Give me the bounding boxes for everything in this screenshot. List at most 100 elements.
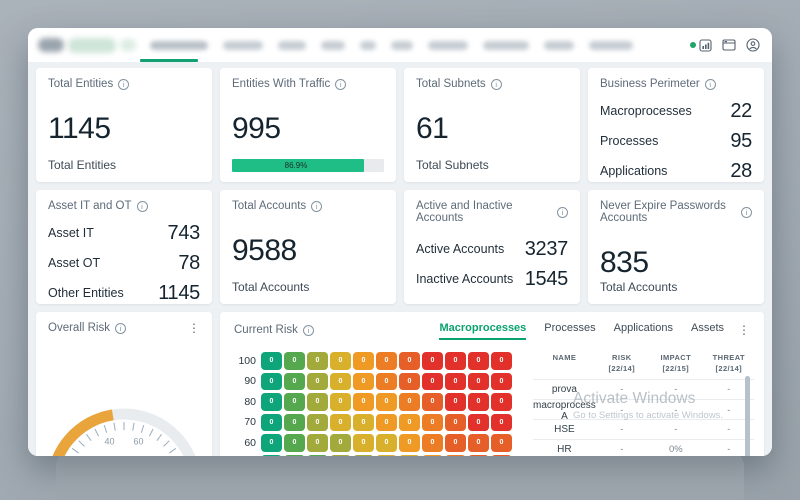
nav-item[interactable] <box>428 40 468 50</box>
tab-macroprocesses[interactable]: Macroprocesses <box>439 322 526 340</box>
tab-assets[interactable]: Assets <box>691 322 724 338</box>
column-header[interactable]: NAME <box>533 352 596 375</box>
info-icon[interactable]: i <box>136 200 148 212</box>
column-header[interactable]: THREAT [22/14] <box>704 352 754 375</box>
heatmap-cell[interactable]: 0 <box>284 393 305 411</box>
heatmap-cell[interactable]: 0 <box>422 413 443 431</box>
heatmap-cell[interactable]: 0 <box>330 434 351 452</box>
info-icon[interactable]: i <box>118 78 130 90</box>
heatmap-cell[interactable]: 0 <box>491 372 512 390</box>
heatmap-cell[interactable]: 0 <box>491 393 512 411</box>
tab-processes[interactable]: Processes <box>544 322 595 338</box>
heatmap-cell[interactable]: 0 <box>261 434 282 452</box>
info-icon[interactable]: i <box>557 206 568 218</box>
heatmap-cell[interactable]: 0 <box>307 413 328 431</box>
heatmap-cell[interactable]: 0 <box>307 393 328 411</box>
heatmap-cell[interactable]: 0 <box>353 372 374 390</box>
table-row[interactable]: prova - - - <box>533 378 754 399</box>
heatmap-cell[interactable]: 0 <box>399 393 420 411</box>
heatmap-cell[interactable]: 0 <box>491 413 512 431</box>
heatmap-cell[interactable]: 0 <box>330 454 351 456</box>
status-online-icon[interactable] <box>690 38 712 52</box>
heatmap-cell[interactable]: 0 <box>261 393 282 411</box>
heatmap-cell[interactable]: 0 <box>422 352 443 370</box>
heatmap-cell[interactable]: 0 <box>422 372 443 390</box>
heatmap-cell[interactable]: 0 <box>284 434 305 452</box>
heatmap-cell[interactable]: 0 <box>284 454 305 456</box>
heatmap-cell[interactable]: 0 <box>491 434 512 452</box>
heatmap-cell[interactable]: 0 <box>284 372 305 390</box>
heatmap-cell[interactable]: 0 <box>445 413 466 431</box>
nav-item-active[interactable] <box>150 40 208 50</box>
info-icon[interactable]: i <box>311 200 323 212</box>
heatmap-cell[interactable]: 0 <box>330 393 351 411</box>
nav-item[interactable] <box>589 40 633 50</box>
heatmap-cell[interactable]: 0 <box>284 413 305 431</box>
heatmap-cell[interactable]: 0 <box>261 413 282 431</box>
heatmap-cell[interactable]: 0 <box>376 352 397 370</box>
info-icon[interactable]: i <box>114 322 126 334</box>
heatmap-cell[interactable]: 0 <box>307 372 328 390</box>
heatmap-cell[interactable]: 0 <box>261 352 282 370</box>
heatmap-cell[interactable]: 0 <box>422 454 443 456</box>
heatmap-cell[interactable]: 0 <box>422 393 443 411</box>
heatmap-cell[interactable]: 0 <box>330 352 351 370</box>
heatmap-cell[interactable]: 0 <box>307 352 328 370</box>
nav-item[interactable] <box>360 40 376 50</box>
tab-applications[interactable]: Applications <box>614 322 673 338</box>
table-row[interactable]: HR -0% - <box>533 438 754 457</box>
nav-item[interactable] <box>223 40 263 50</box>
kebab-menu-icon[interactable]: ⋮ <box>188 322 200 334</box>
heatmap-cell[interactable]: 0 <box>468 352 489 370</box>
heatmap-cell[interactable]: 0 <box>399 372 420 390</box>
nav-item[interactable] <box>391 40 413 50</box>
heatmap-cell[interactable]: 0 <box>353 352 374 370</box>
heatmap-cell[interactable]: 0 <box>445 434 466 452</box>
heatmap-cell[interactable]: 0 <box>422 434 443 452</box>
heatmap-cell[interactable]: 0 <box>399 352 420 370</box>
heatmap-cell[interactable]: 0 <box>445 393 466 411</box>
column-header[interactable]: RISK [22/14] <box>596 352 648 375</box>
heatmap-cell[interactable]: 0 <box>468 454 489 456</box>
heatmap-cell[interactable]: 0 <box>445 454 466 456</box>
heatmap-cell[interactable]: 0 <box>468 413 489 431</box>
nav-item[interactable] <box>278 40 306 50</box>
table-scrollbar-thumb[interactable] <box>745 376 750 456</box>
heatmap-cell[interactable]: 0 <box>330 413 351 431</box>
heatmap-cell[interactable]: 0 <box>330 372 351 390</box>
info-icon[interactable]: i <box>302 324 314 336</box>
kebab-menu-icon[interactable]: ⋮ <box>738 324 750 336</box>
heatmap-cell[interactable]: 0 <box>468 393 489 411</box>
heatmap-cell[interactable]: 0 <box>399 434 420 452</box>
heatmap-cell[interactable]: 0 <box>261 454 282 456</box>
info-icon[interactable]: i <box>490 78 502 90</box>
heatmap-cell[interactable]: 0 <box>445 352 466 370</box>
info-icon[interactable]: i <box>335 78 347 90</box>
nav-item[interactable] <box>483 40 529 50</box>
heatmap-cell[interactable]: 0 <box>468 434 489 452</box>
heatmap-cell[interactable]: 0 <box>376 413 397 431</box>
heatmap-cell[interactable]: 0 <box>353 393 374 411</box>
user-account-icon[interactable] <box>746 38 760 52</box>
table-row[interactable]: macroprocess A--- <box>533 398 754 422</box>
column-header[interactable]: IMPACT [22/15] <box>648 352 704 375</box>
heatmap-cell[interactable]: 0 <box>376 393 397 411</box>
table-row[interactable]: HSE - - - <box>533 418 754 439</box>
info-icon[interactable]: i <box>741 206 752 218</box>
heatmap-cell[interactable]: 0 <box>376 372 397 390</box>
heatmap-cell[interactable]: 0 <box>491 352 512 370</box>
heatmap-cell[interactable]: 0 <box>491 454 512 456</box>
heatmap-cell[interactable]: 0 <box>261 372 282 390</box>
heatmap-cell[interactable]: 0 <box>353 434 374 452</box>
heatmap-cell[interactable]: 0 <box>376 454 397 456</box>
heatmap-cell[interactable]: 0 <box>284 352 305 370</box>
heatmap-cell[interactable]: 0 <box>376 434 397 452</box>
heatmap-cell[interactable]: 0 <box>445 372 466 390</box>
info-icon[interactable]: i <box>704 78 716 90</box>
table-scrollbar[interactable] <box>745 376 750 456</box>
nav-item[interactable] <box>544 40 574 50</box>
heatmap-cell[interactable]: 0 <box>468 372 489 390</box>
heatmap-cell[interactable]: 0 <box>307 434 328 452</box>
heatmap-cell[interactable]: 0 <box>399 454 420 456</box>
nav-item[interactable] <box>321 40 345 50</box>
